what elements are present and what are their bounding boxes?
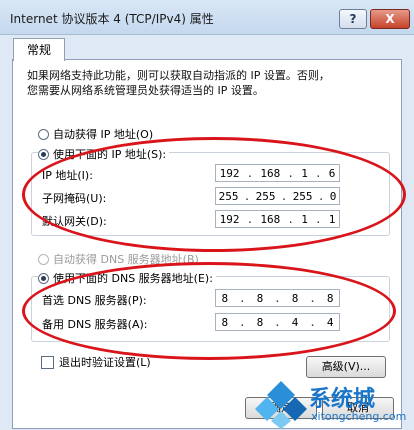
radio-selected-icon [38,148,49,160]
close-button[interactable]: X [370,9,410,29]
radio-auto-dns[interactable]: 自动获得 DNS 服务器地址(B) [38,251,199,267]
default-gateway-input[interactable]: 192. 168. 1. 1 [215,210,340,228]
ip-address-label: IP 地址(I): [42,169,93,182]
default-gateway-label: 默认网关(D): [42,215,107,228]
alternate-dns-input[interactable]: 8. 8. 4. 4 [215,313,340,331]
radio-auto-ip[interactable]: 自动获得 IP 地址(O) [38,126,153,142]
subnet-mask-input[interactable]: 255. 255. 255. 0 [215,187,340,205]
radio-selected-icon [38,272,49,284]
ip-address-input[interactable]: 192. 168. 1. 6 [215,164,340,182]
description-line-1: 如果网络支持此功能，则可以获取自动指派的 IP 设置。否则， [27,69,330,82]
preferred-dns-input[interactable]: 8. 8. 8. 8 [215,289,340,307]
title-bar: Internet 协议版本 4 (TCP/IPv4) 属性 ? X [0,0,414,35]
radio-manual-ip-label: 使用下面的 IP 地址(S): [53,148,167,161]
radio-manual-ip[interactable]: 使用下面的 IP 地址(S): [38,146,170,162]
watermark: 系统城 xitongcheng.com [255,377,414,430]
description-line-2: 您需要从网络系统管理员处获得适当的 IP 设置。 [27,84,264,97]
watermark-name: 系统城 [309,387,376,412]
help-button[interactable]: ? [339,9,367,29]
radio-manual-dns[interactable]: 使用下面的 DNS 服务器地址(E): [38,270,216,286]
validate-on-exit-label: 退出时验证设置(L) [59,356,151,369]
description-text: 如果网络支持此功能，则可以获取自动指派的 IP 设置。否则， 您需要从网络系统管… [27,68,387,98]
radio-auto-dns-label: 自动获得 DNS 服务器地址(B) [53,253,199,266]
preferred-dns-label: 首选 DNS 服务器(P): [42,294,147,307]
subnet-mask-label: 子网掩码(U): [42,192,107,205]
tab-general[interactable]: 常规 [13,38,65,61]
radio-icon [38,128,49,140]
checkbox-icon [41,355,54,369]
radio-manual-dns-label: 使用下面的 DNS 服务器地址(E): [53,272,213,285]
window-title: Internet 协议版本 4 (TCP/IPv4) 属性 [10,12,214,26]
watermark-logo-icon [255,381,307,429]
radio-auto-ip-label: 自动获得 IP 地址(O) [53,128,154,141]
radio-icon [38,253,49,265]
validate-on-exit-checkbox[interactable]: 退出时验证设置(L) [41,354,151,370]
watermark-url: xitongcheng.com [311,410,407,423]
alternate-dns-label: 备用 DNS 服务器(A): [42,318,148,331]
advanced-button[interactable]: 高级(V)... [306,356,386,378]
